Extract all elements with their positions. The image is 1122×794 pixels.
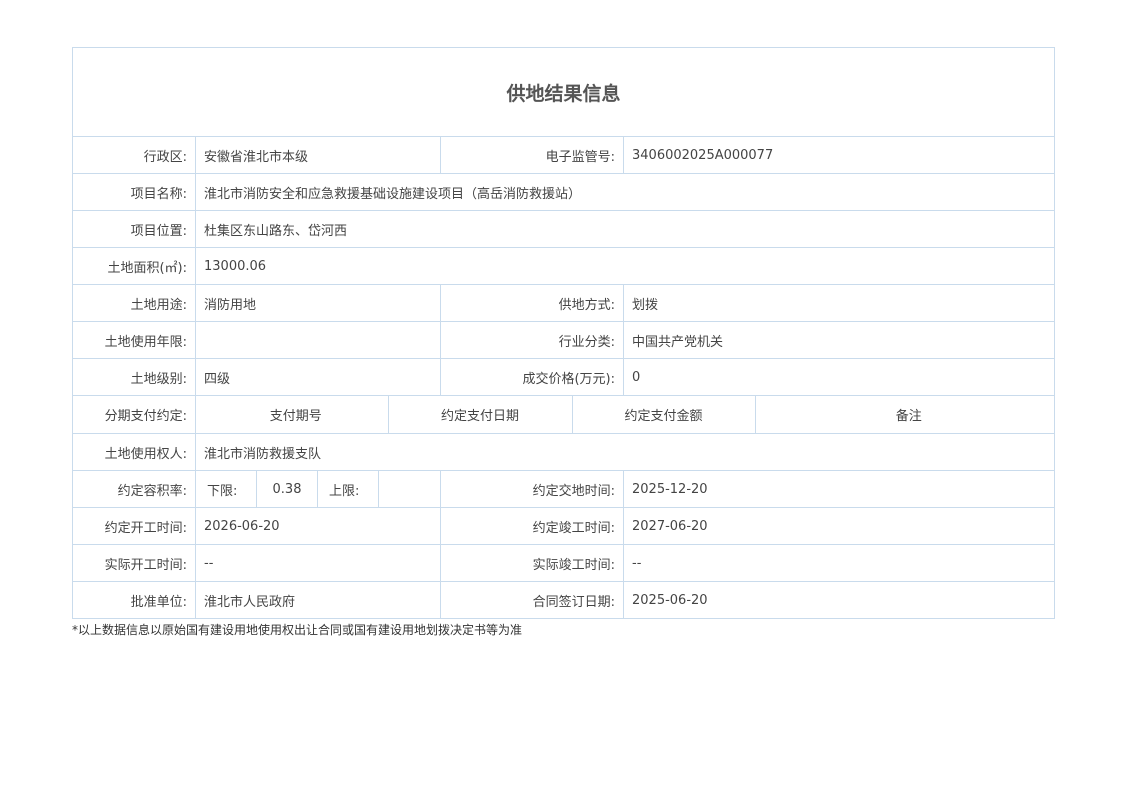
title-row: 供地结果信息: [71, 47, 1056, 137]
supply-result-panel: 供地结果信息 行政区: 安徽省淮北市本级 电子监管号: 3406002025A0…: [71, 47, 1056, 638]
use-term-value: [195, 321, 441, 359]
delivery-time-label: 约定交地时间:: [440, 470, 624, 508]
far-lower-value: 0.38: [256, 470, 318, 508]
installment-table-cell: 支付期号 约定支付日期 约定支付金额 备注: [194, 395, 1056, 434]
table-row: 实际开工时间: -- 实际竣工时间: --: [72, 544, 1056, 582]
installment-header-remark: 备注: [754, 396, 1054, 433]
price-value: 0: [622, 358, 1056, 396]
delivery-time-value: 2025-12-20: [622, 470, 1056, 508]
approval-unit-value: 淮北市人民政府: [195, 581, 441, 619]
use-term-label: 土地使用年限:: [72, 321, 196, 359]
land-area-value: 13000.06: [194, 247, 1056, 285]
land-grade-label: 土地级别:: [72, 358, 196, 396]
start-time-label: 约定开工时间:: [72, 507, 196, 545]
table-row: 土地使用权人: 淮北市消防救援支队: [72, 433, 1056, 471]
table-row: 批准单位: 淮北市人民政府 合同签订日期: 2025-06-20: [72, 581, 1056, 619]
contract-date-value: 2025-06-20: [622, 581, 1056, 619]
start-time-value: 2026-06-20: [195, 507, 441, 545]
project-name-value: 淮北市消防安全和应急救援基础设施建设项目（高岳消防救援站）: [194, 173, 1056, 211]
far-lower-label: 下限:: [195, 470, 257, 508]
installment-header-period: 支付期号: [269, 409, 322, 424]
table-row: 分期支付约定: 支付期号 约定支付日期 约定支付金额 备注: [72, 395, 1056, 434]
installment-label: 分期支付约定:: [72, 395, 196, 434]
land-grade-value: 四级: [195, 358, 441, 396]
table-row: 约定开工时间: 2026-06-20 约定竣工时间: 2027-06-20: [72, 507, 1056, 545]
industry-label: 行业分类:: [440, 321, 624, 359]
footnote: *以上数据信息以原始国有建设用地使用权出让合同或国有建设用地划拨决定书等为准: [72, 623, 523, 637]
far-upper-label: 上限:: [317, 470, 379, 508]
land-use-label: 土地用途:: [72, 284, 196, 322]
project-location-label: 项目位置:: [72, 210, 196, 248]
industry-value: 中国共产党机关: [622, 321, 1056, 359]
supply-result-table: 供地结果信息 行政区: 安徽省淮北市本级 电子监管号: 3406002025A0…: [71, 47, 1056, 619]
actual-start-value: --: [195, 544, 441, 582]
complete-time-label: 约定竣工时间:: [440, 507, 624, 545]
region-value: 安徽省淮北市本级: [195, 136, 441, 174]
far-label: 约定容积率:: [72, 470, 196, 508]
land-use-value: 消防用地: [195, 284, 441, 322]
table-row: 行政区: 安徽省淮北市本级 电子监管号: 3406002025A000077: [72, 136, 1056, 174]
right-holder-label: 土地使用权人:: [72, 433, 196, 471]
actual-complete-label: 实际竣工时间:: [440, 544, 624, 582]
supply-method-value: 划拨: [622, 284, 1056, 322]
supply-method-label: 供地方式:: [440, 284, 624, 322]
actual-start-label: 实际开工时间:: [72, 544, 196, 582]
contract-date-label: 合同签订日期:: [440, 581, 624, 619]
actual-complete-value: --: [622, 544, 1056, 582]
table-row: 土地使用年限: 行业分类: 中国共产党机关: [72, 321, 1056, 359]
project-name-label: 项目名称:: [72, 173, 196, 211]
installment-header-date: 约定支付日期: [387, 396, 572, 433]
table-row: 项目位置: 杜集区东山路东、岱河西: [72, 210, 1056, 248]
installment-table: 支付期号 约定支付日期 约定支付金额 备注: [204, 396, 1054, 433]
supervision-label: 电子监管号:: [440, 136, 624, 174]
land-area-label: 土地面积(㎡):: [72, 247, 196, 285]
project-location-value: 杜集区东山路东、岱河西: [194, 210, 1056, 248]
region-label: 行政区:: [72, 136, 196, 174]
supervision-value: 3406002025A000077: [622, 136, 1056, 174]
table-row: 土地用途: 消防用地 供地方式: 划拨: [72, 284, 1056, 322]
page-title: 供地结果信息: [71, 47, 1056, 137]
table-row: 土地级别: 四级 成交价格(万元): 0: [72, 358, 1056, 396]
price-label: 成交价格(万元):: [440, 358, 624, 396]
table-row: 土地面积(㎡): 13000.06: [72, 247, 1056, 285]
installment-header-amount: 约定支付金额: [571, 396, 755, 433]
table-row: 项目名称: 淮北市消防安全和应急救援基础设施建设项目（高岳消防救援站）: [72, 173, 1056, 211]
right-holder-value: 淮北市消防救援支队: [194, 433, 1056, 471]
approval-unit-label: 批准单位:: [72, 581, 196, 619]
table-row: 约定容积率: 下限: 0.38 上限: 约定交地时间: 2025-12-20: [72, 470, 1056, 508]
far-upper-value: [378, 470, 441, 508]
complete-time-value: 2027-06-20: [622, 507, 1056, 545]
installment-header-row: 支付期号 约定支付日期 约定支付金额 备注: [204, 396, 1054, 433]
